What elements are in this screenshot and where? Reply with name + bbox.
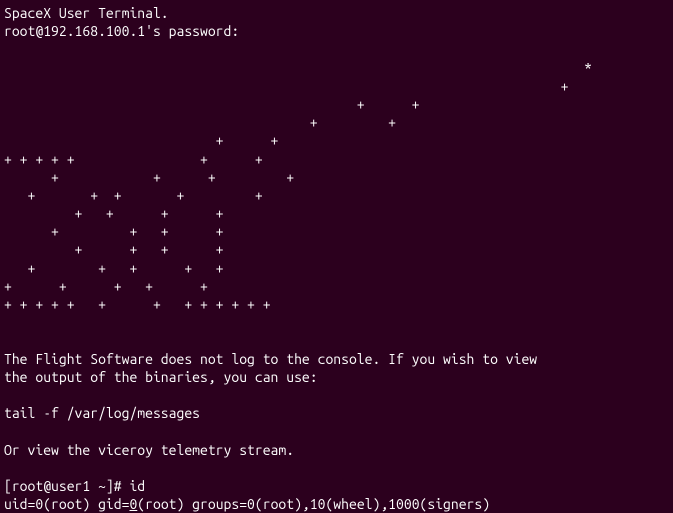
blank-line <box>4 40 669 58</box>
viceroy-hint: Or view the viceroy telemetry stream. <box>4 441 669 459</box>
tail-command-hint: tail -f /var/log/messages <box>4 404 669 422</box>
blank-line <box>4 386 669 404</box>
shell-prompt-line[interactable]: [root@user1 ~]# id <box>4 477 669 495</box>
command-output: uid=0(root) gid=0(root) groups=0(root),1… <box>4 495 669 513</box>
message-line-2: the output of the binaries, you can use: <box>4 368 669 386</box>
message-line-1: The Flight Software does not log to the … <box>4 350 669 368</box>
password-prompt: root@192.168.100.1's password: <box>4 22 669 40</box>
shell-command: id <box>129 478 145 494</box>
output-post: (root) groups=0(root),10(wheel),1000(sig… <box>137 496 490 512</box>
ascii-art-logo: * + + + + + <box>4 59 669 314</box>
blank-line <box>4 313 669 331</box>
shell-prompt-prefix: [root@user1 ~]# <box>4 478 129 494</box>
blank-line <box>4 422 669 440</box>
blank-line <box>4 459 669 477</box>
output-pre: uid=0(root) gid= <box>4 496 129 512</box>
blank-line <box>4 331 669 349</box>
banner-title: SpaceX User Terminal. <box>4 4 669 22</box>
